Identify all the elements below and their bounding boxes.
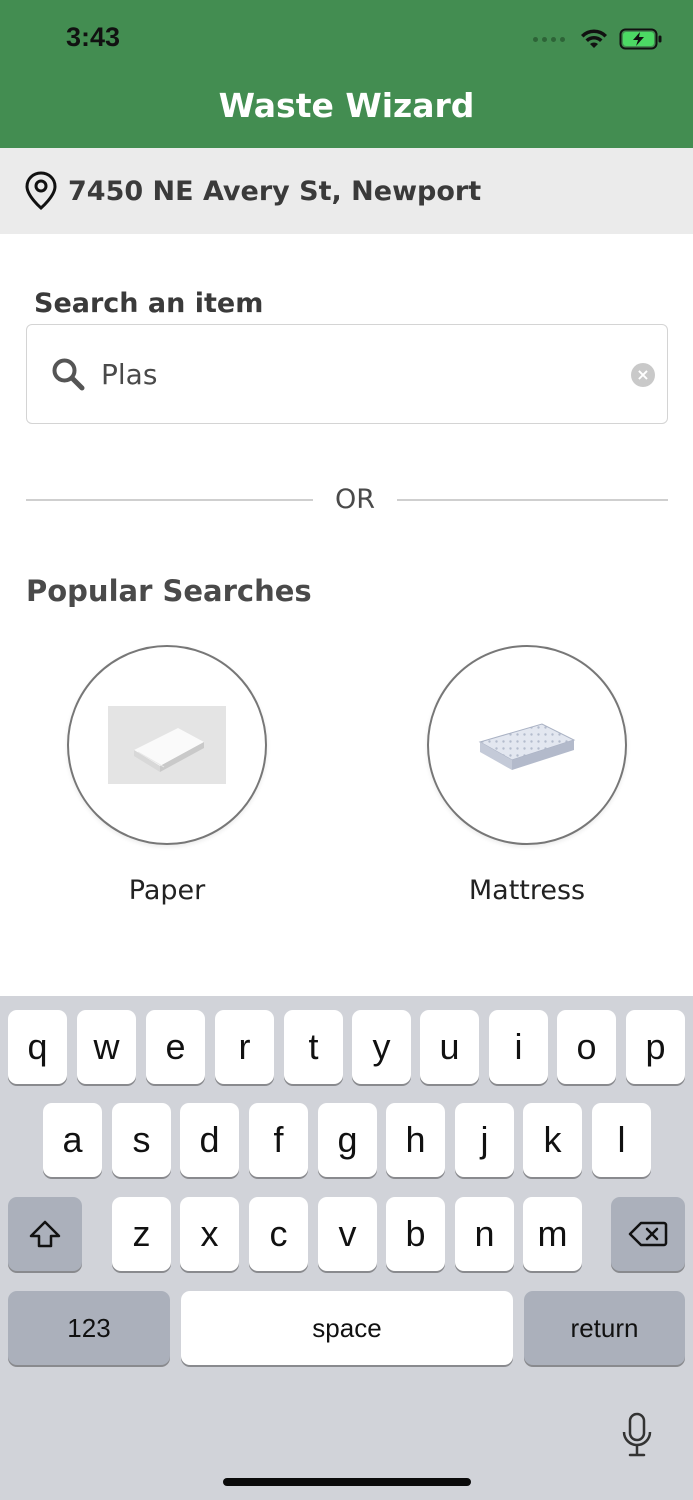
status-time: 3:43 <box>66 22 121 52</box>
popular-item-mattress[interactable]: Mattress <box>427 645 627 906</box>
key-k[interactable]: k <box>523 1103 582 1177</box>
popular-item-label: Paper <box>128 875 206 906</box>
address-bar[interactable]: 7450 NE Avery St, Newport <box>0 148 693 234</box>
key-e[interactable]: e <box>146 1010 205 1084</box>
key-u[interactable]: u <box>420 1010 479 1084</box>
divider-line-right <box>397 499 668 501</box>
mattress-thumbnail[interactable] <box>427 645 627 845</box>
or-text: OR <box>334 484 375 515</box>
space-key[interactable]: space <box>181 1291 513 1365</box>
wifi-icon <box>581 29 607 48</box>
key-q[interactable]: q <box>8 1010 67 1084</box>
key-y[interactable]: y <box>352 1010 411 1084</box>
status-icons <box>533 24 663 54</box>
key-p[interactable]: p <box>626 1010 685 1084</box>
search-icon <box>52 358 85 391</box>
backspace-icon <box>628 1221 668 1247</box>
popular-item-paper[interactable]: Paper <box>67 645 267 906</box>
key-j[interactable]: j <box>455 1103 514 1177</box>
key-r[interactable]: r <box>215 1010 274 1084</box>
location-pin-icon <box>25 171 57 210</box>
key-v[interactable]: v <box>318 1197 377 1271</box>
popular-item-label: Mattress <box>468 875 586 906</box>
key-o[interactable]: o <box>557 1010 616 1084</box>
popular-searches-title: Popular Searches <box>26 574 312 608</box>
shift-icon <box>29 1220 61 1248</box>
key-l[interactable]: l <box>592 1103 651 1177</box>
key-t[interactable]: t <box>284 1010 343 1084</box>
paper-stack-image <box>108 706 226 784</box>
return-key[interactable]: return <box>524 1291 685 1365</box>
microphone-icon[interactable] <box>620 1412 654 1458</box>
app-title: Waste Wizard <box>218 86 475 125</box>
key-m[interactable]: m <box>523 1197 582 1271</box>
divider-line-left <box>26 499 313 501</box>
delete-key[interactable] <box>611 1197 685 1271</box>
key-h[interactable]: h <box>386 1103 445 1177</box>
key-i[interactable]: i <box>489 1010 548 1084</box>
shift-key[interactable] <box>8 1197 82 1271</box>
onscreen-keyboard: q w e r t y u i o p a s d f g h j k l z … <box>0 996 693 1500</box>
clear-search-button[interactable]: × <box>631 363 655 387</box>
address-text: 7450 NE Avery St, Newport <box>68 175 482 207</box>
cellular-signal-icon <box>533 36 565 42</box>
search-field[interactable]: × <box>26 324 668 424</box>
key-a[interactable]: a <box>43 1103 102 1177</box>
key-n[interactable]: n <box>455 1197 514 1271</box>
numbers-key[interactable]: 123 <box>8 1291 170 1365</box>
key-g[interactable]: g <box>318 1103 377 1177</box>
key-x[interactable]: x <box>180 1197 239 1271</box>
key-d[interactable]: d <box>180 1103 239 1177</box>
key-b[interactable]: b <box>386 1197 445 1271</box>
paper-thumbnail[interactable] <box>67 645 267 845</box>
app-header: 3:43 Waste Wizard <box>0 0 693 148</box>
home-indicator[interactable] <box>223 1478 471 1486</box>
key-c[interactable]: c <box>249 1197 308 1271</box>
key-z[interactable]: z <box>112 1197 171 1271</box>
mattress-image <box>478 723 576 770</box>
key-f[interactable]: f <box>249 1103 308 1177</box>
key-s[interactable]: s <box>112 1103 171 1177</box>
search-input[interactable] <box>101 357 601 391</box>
key-w[interactable]: w <box>77 1010 136 1084</box>
search-label: Search an item <box>34 288 264 319</box>
battery-charging-icon <box>619 28 662 50</box>
